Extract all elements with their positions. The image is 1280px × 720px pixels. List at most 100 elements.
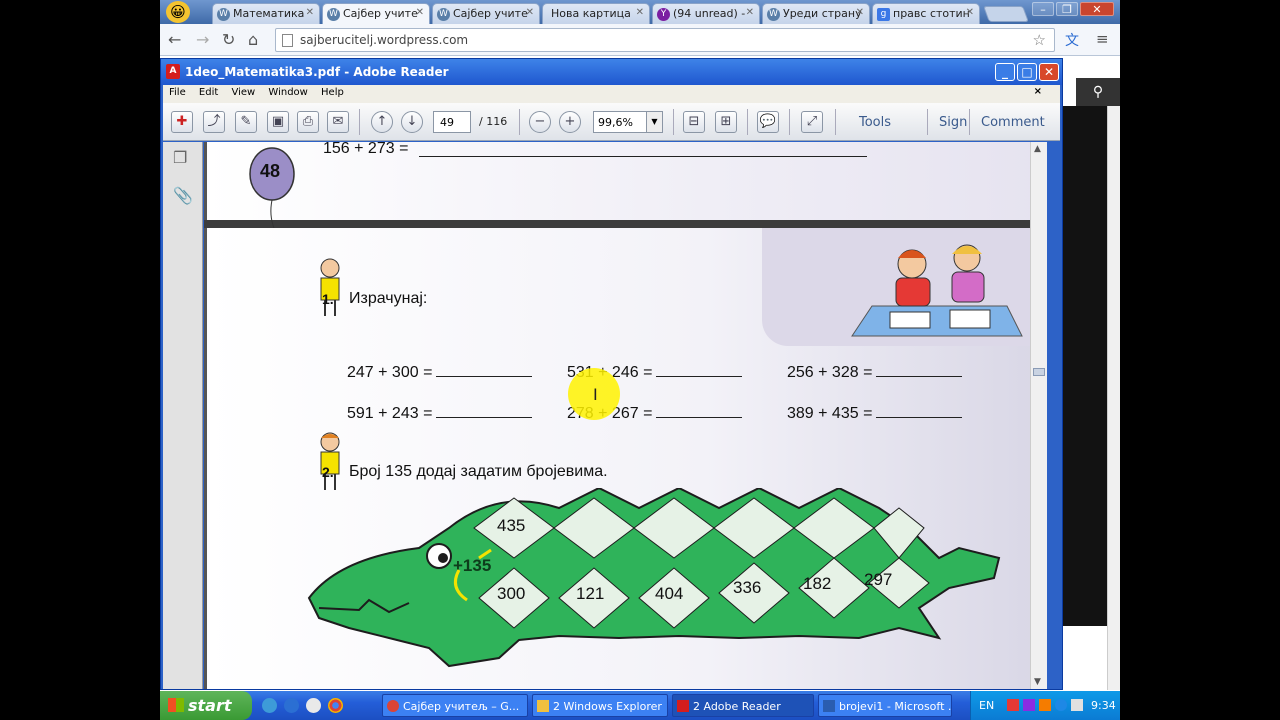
clock[interactable]: 9:34: [1091, 699, 1116, 712]
crocodile-number: 404: [655, 584, 684, 603]
start-button[interactable]: start: [160, 691, 252, 720]
translate-icon[interactable]: 文: [1065, 30, 1079, 50]
chrome-icon[interactable]: [328, 698, 343, 713]
page-number-input[interactable]: 49: [433, 111, 471, 133]
zoom-select[interactable]: 99,6% ▼: [593, 111, 663, 133]
forward-icon[interactable]: →: [196, 30, 209, 49]
close-icon[interactable]: ✕: [746, 7, 754, 18]
browser-tab[interactable]: W Сајбер учите ✕: [322, 3, 430, 25]
chevron-down-icon[interactable]: ▼: [646, 112, 662, 132]
answer-blank[interactable]: [876, 406, 963, 418]
close-window-icon[interactable]: ✕: [1039, 63, 1059, 81]
browser-toolbar: ← → ↻ ⌂ sajberucitelj.wordpress.com ☆ 文 …: [160, 24, 1120, 56]
equation: 256 + 328 =: [787, 364, 963, 382]
taskbar-button[interactable]: 2 Adobe Reader: [672, 694, 814, 717]
search-icon[interactable]: ⚲: [1076, 78, 1120, 106]
browser-tab-label: Уреди страну: [783, 7, 862, 20]
browser-tab[interactable]: W Уреди страну ✕: [762, 3, 870, 24]
scroll-up-icon[interactable]: ▲: [1034, 144, 1041, 154]
zoom-in-icon[interactable]: +: [559, 111, 581, 133]
browser-tab[interactable]: W Сајбер учите ✕: [432, 3, 540, 24]
browser-tab[interactable]: W Математика ✕: [212, 3, 320, 24]
browser-tab[interactable]: g правс стотин ✕: [872, 3, 980, 24]
close-icon[interactable]: ✕: [966, 7, 974, 18]
tools-button[interactable]: Tools: [859, 115, 891, 130]
sign-button[interactable]: Sign: [939, 115, 967, 130]
volume-icon[interactable]: [1071, 699, 1083, 711]
reader-toolbar: ✚ ⤴ ✎ ▣ ⎙ ✉ ↑ ↓ 49 / 116 − + 99,6% ▼ ⊟ ⊞…: [163, 103, 1060, 141]
open-icon[interactable]: ⤴: [203, 111, 225, 133]
full-screen-icon[interactable]: ⤢: [801, 111, 823, 133]
previous-page-icon[interactable]: ↑: [371, 111, 393, 133]
media-player-icon[interactable]: [306, 698, 321, 713]
maximize-icon[interactable]: □: [1017, 63, 1037, 81]
fit-page-icon[interactable]: ⊟: [683, 111, 705, 133]
answer-blank[interactable]: [436, 365, 533, 377]
page-thumbnails-icon[interactable]: ❐: [173, 148, 187, 167]
tray-icon[interactable]: [1055, 699, 1067, 711]
comment-button[interactable]: Comment: [981, 115, 1045, 130]
document-view[interactable]: 48 156 + 273 = 1. Израчунај: 247 + 300 =…: [204, 142, 1047, 689]
toolbar-separator: [789, 109, 790, 135]
fit-width-icon[interactable]: ⊞: [715, 111, 737, 133]
create-pdf-icon[interactable]: ✚: [171, 111, 193, 133]
taskbar-button[interactable]: brojevi1 - Microsoft ...: [818, 694, 952, 717]
taskbar-button-label: brojevi1 - Microsoft ...: [839, 700, 952, 713]
address-bar[interactable]: sajberucitelj.wordpress.com ☆: [275, 28, 1055, 52]
edit-icon[interactable]: ✎: [235, 111, 257, 133]
menu-view[interactable]: View: [231, 87, 255, 98]
email-icon[interactable]: ✉: [327, 111, 349, 133]
close-window-icon[interactable]: ✕: [1080, 2, 1114, 16]
ie-icon[interactable]: [262, 698, 277, 713]
next-page-icon[interactable]: ↓: [401, 111, 423, 133]
tray-icon[interactable]: [1039, 699, 1051, 711]
browser-scrollbar[interactable]: [1107, 106, 1120, 690]
menu-icon[interactable]: ≡: [1096, 30, 1109, 48]
page-icon: [282, 34, 293, 47]
back-icon[interactable]: ←: [168, 30, 181, 49]
answer-blank[interactable]: [656, 365, 743, 377]
browser-tab[interactable]: Нова картица ✕: [542, 3, 650, 24]
address-text: sajberucitelj.wordpress.com: [300, 33, 469, 47]
menu-file[interactable]: File: [169, 87, 186, 98]
answer-blank[interactable]: [876, 365, 963, 377]
menu-edit[interactable]: Edit: [199, 87, 218, 98]
equation: 156 + 273 =: [323, 142, 409, 157]
scroll-thumb[interactable]: [1033, 368, 1045, 376]
close-icon[interactable]: ✕: [526, 7, 534, 18]
close-icon[interactable]: ✕: [856, 7, 864, 18]
zoom-out-icon[interactable]: −: [529, 111, 551, 133]
bookmark-star-icon[interactable]: ☆: [1033, 31, 1046, 49]
reload-icon[interactable]: ↻: [222, 30, 235, 49]
taskbar-button[interactable]: 2 Windows Explorer: [532, 694, 668, 717]
close-icon[interactable]: ✕: [636, 7, 644, 18]
chrome-avatar-icon[interactable]: 😀: [166, 1, 190, 23]
new-tab-button[interactable]: [983, 6, 1029, 22]
minimize-icon[interactable]: _: [995, 63, 1015, 81]
scroll-down-icon[interactable]: ▼: [1034, 677, 1041, 687]
page-number: 48: [260, 161, 281, 181]
print-icon[interactable]: ⎙: [297, 111, 319, 133]
taskbar-button-label: 2 Windows Explorer: [553, 700, 662, 713]
browser-tab[interactable]: Y (94 unread) - ✕: [652, 3, 760, 24]
ie-icon[interactable]: [284, 698, 299, 713]
tray-icon[interactable]: [1007, 699, 1019, 711]
language-indicator[interactable]: EN: [979, 699, 994, 712]
menu-window[interactable]: Window: [268, 87, 307, 98]
home-icon[interactable]: ⌂: [248, 30, 258, 49]
close-icon[interactable]: ✕: [306, 7, 314, 18]
sticky-note-icon[interactable]: 💬: [757, 111, 779, 133]
close-document-icon[interactable]: ×: [1034, 86, 1042, 97]
minimize-icon[interactable]: –: [1032, 2, 1054, 16]
attachments-icon[interactable]: 📎: [173, 186, 193, 205]
save-icon[interactable]: ▣: [267, 111, 289, 133]
close-icon[interactable]: ✕: [416, 7, 424, 18]
taskbar-button[interactable]: Сајбер учитељ – G...: [382, 694, 528, 717]
equation-text: 247 + 300 =: [347, 364, 433, 381]
answer-blank[interactable]: [656, 406, 743, 418]
answer-blank[interactable]: [436, 406, 533, 418]
restore-icon[interactable]: ❐: [1056, 2, 1078, 16]
vertical-scrollbar[interactable]: ▲ ▼: [1030, 142, 1047, 689]
tray-icon[interactable]: [1023, 699, 1035, 711]
menu-help[interactable]: Help: [321, 87, 344, 98]
